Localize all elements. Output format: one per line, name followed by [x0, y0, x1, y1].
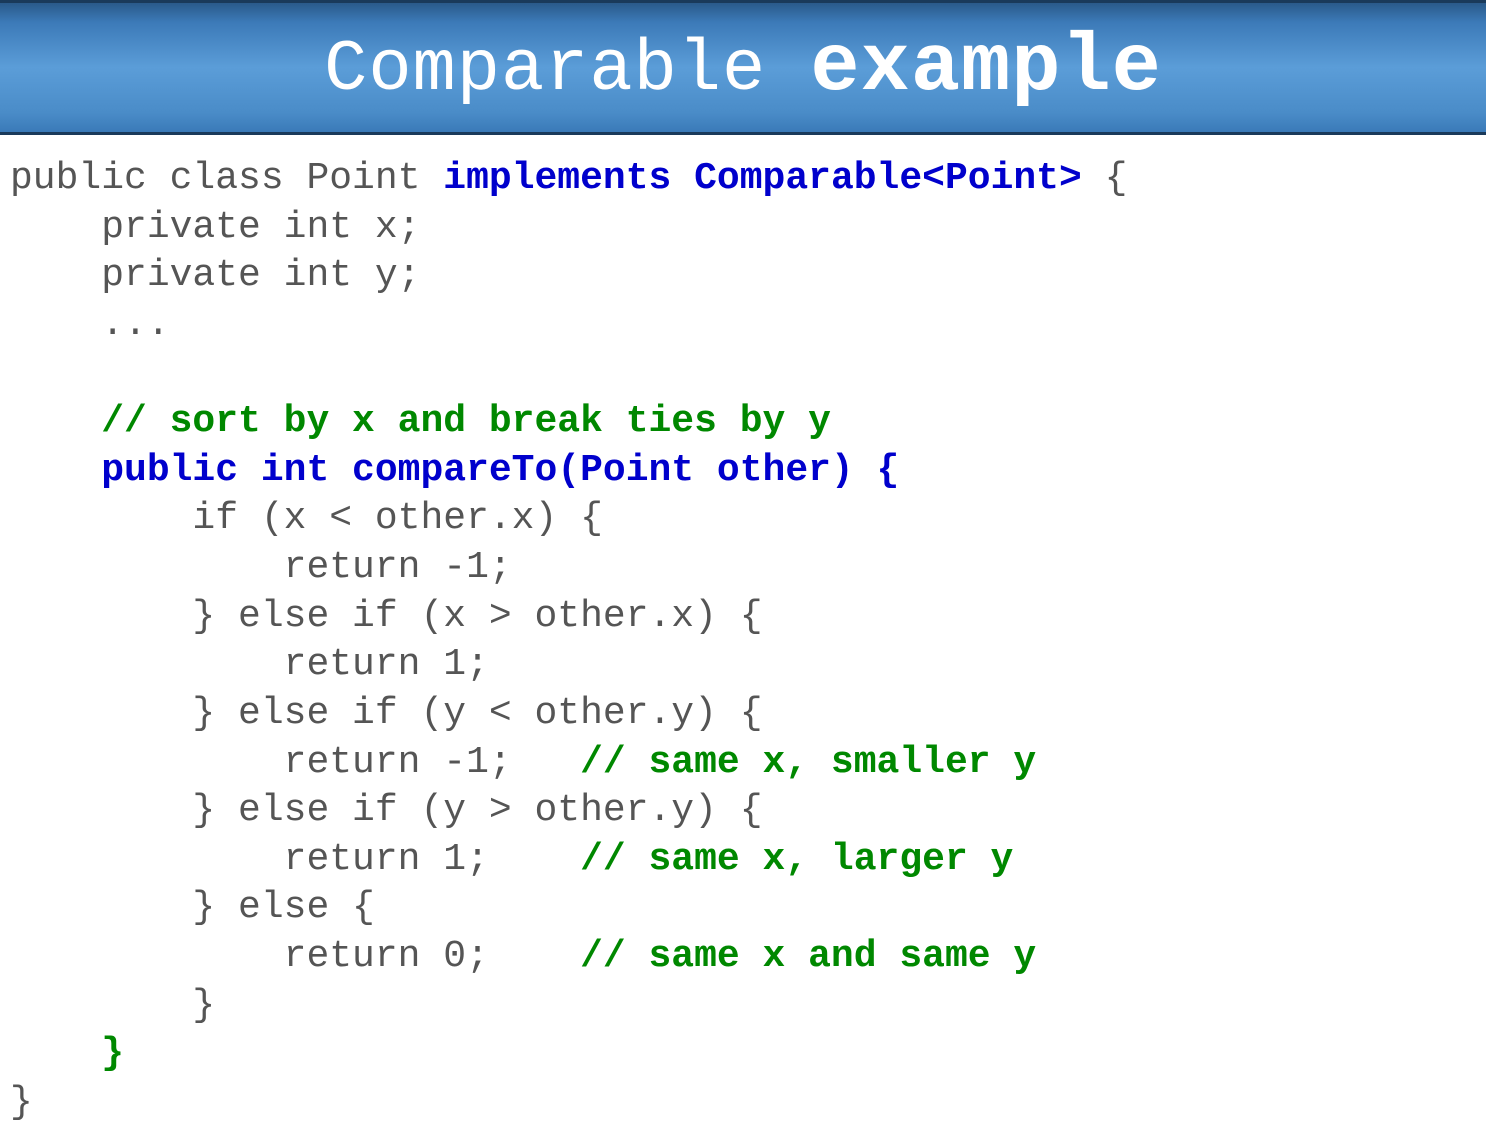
code-line-8: if (x < other.x) {: [10, 497, 603, 540]
code-line-2: private int x;: [10, 206, 420, 249]
code-line-17b: // same x and same y: [580, 935, 1036, 978]
code-line-15b: // same x, larger y: [580, 838, 1013, 881]
code-line-12: } else if (y < other.y) {: [10, 692, 763, 735]
code-line-19: }: [10, 1032, 124, 1075]
code-line-15a: return 1;: [10, 838, 580, 881]
code-line-1b: implements Comparable<Point>: [443, 157, 1082, 200]
code-line-13b: // same x, smaller y: [580, 741, 1036, 784]
code-block: public class Point implements Comparable…: [0, 135, 1486, 1138]
title-part1: Comparable: [324, 29, 810, 111]
slide-title: Comparable example: [324, 21, 1162, 114]
code-line-1a: public class Point: [10, 157, 443, 200]
code-line-3: private int y;: [10, 254, 420, 297]
title-part2: example: [810, 21, 1161, 114]
code-line-9: return -1;: [10, 546, 512, 589]
code-line-6: // sort by x and break ties by y: [10, 400, 831, 443]
code-line-17a: return 0;: [10, 935, 580, 978]
code-line-1c: {: [1082, 157, 1128, 200]
code-line-20: }: [10, 1081, 33, 1124]
code-line-4: ...: [10, 303, 170, 346]
code-line-13a: return -1;: [10, 741, 580, 784]
code-line-10: } else if (x > other.x) {: [10, 595, 763, 638]
code-line-18: }: [10, 984, 215, 1027]
slide-title-bar: Comparable example: [0, 0, 1486, 135]
code-line-14: } else if (y > other.y) {: [10, 789, 763, 832]
code-line-11: return 1;: [10, 643, 489, 686]
code-line-16: } else {: [10, 886, 375, 929]
code-line-7: public int compareTo(Point other) {: [10, 449, 899, 492]
